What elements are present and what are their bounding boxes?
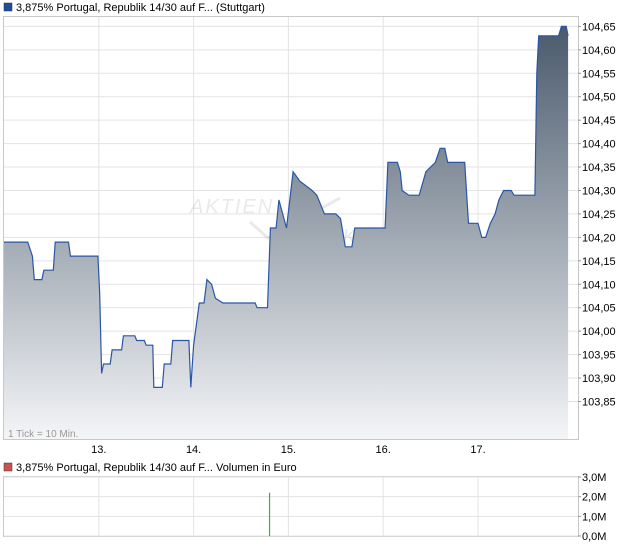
chart-root: 3,875% Portugal, Republik 14/30 auf F...… — [0, 0, 620, 546]
price-y-tick-label: 104,10 — [582, 279, 616, 291]
price-x-tick-label: 14. — [186, 444, 201, 456]
volume-y-tick-label: 0,0M — [582, 531, 606, 543]
price-legend-swatch — [3, 2, 13, 12]
volume-y-tick-label: 3,0M — [582, 472, 606, 484]
price-y-axis: 103,85 103,90 103,95 104,00 104,05 104,10 104,… — [578, 21, 616, 408]
price-y-tick-label: 104,65 — [582, 21, 616, 33]
price-y-tick-label: 104,30 — [582, 185, 616, 197]
volume-bars — [268, 492, 271, 536]
price-y-tick-label: 104,00 — [582, 326, 616, 338]
watermark-aktien: AKTIEN — [189, 196, 274, 218]
price-y-tick-label: 104,50 — [582, 92, 616, 104]
volume-legend-label: 3,875% Portugal, Republik 14/30 auf F...… — [16, 462, 297, 474]
price-y-tick-label: 104,40 — [582, 139, 616, 151]
price-x-tick-label: 15. — [281, 444, 296, 456]
price-y-tick-label: 104,35 — [582, 162, 616, 174]
price-y-tick-label: 103,85 — [582, 396, 616, 408]
price-x-tick-label: 16. — [376, 444, 391, 456]
volume-panel-frame — [3, 476, 579, 537]
price-y-tick-label: 104,20 — [582, 232, 616, 244]
volume-y-tick-label: 1,0M — [582, 511, 606, 523]
price-y-tick-label: 104,25 — [582, 209, 616, 221]
tick-footnote: 1 Tick = 10 Min. — [8, 429, 78, 440]
price-y-tick-label: 103,95 — [582, 350, 616, 362]
price-y-tick-label: 104,15 — [582, 256, 616, 268]
price-x-tick-label: 17. — [470, 444, 485, 456]
price-y-tick-label: 104,60 — [582, 45, 616, 57]
price-x-axis: 13. 14. 15. 16. 17. — [91, 444, 485, 456]
price-y-tick-label: 104,45 — [582, 115, 616, 127]
chart-svg: 3,875% Portugal, Republik 14/30 auf F...… — [3, 2, 616, 543]
price-y-tick-label: 104,05 — [582, 303, 616, 315]
price-x-tick-label: 13. — [91, 444, 106, 456]
volume-bar — [268, 492, 271, 536]
volume-y-tick-label: 2,0M — [582, 492, 606, 504]
price-y-tick-label: 103,90 — [582, 373, 616, 385]
price-y-tick-label: 104,55 — [582, 68, 616, 80]
price-legend-label: 3,875% Portugal, Republik 14/30 auf F...… — [16, 2, 265, 14]
volume-legend-swatch — [3, 462, 13, 472]
volume-y-axis: 0,0M 1,0M 2,0M 3,0M — [578, 472, 606, 543]
